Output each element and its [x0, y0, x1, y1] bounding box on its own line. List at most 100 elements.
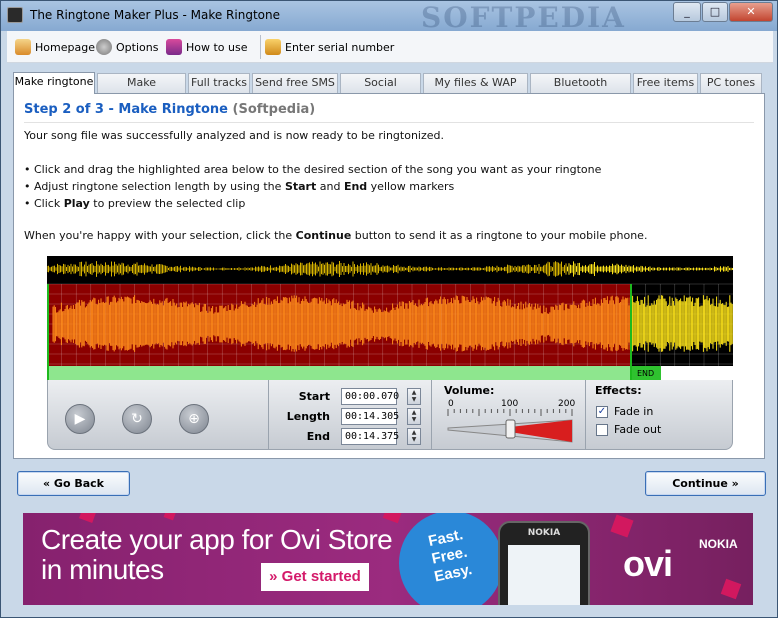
start-label: Start [298, 390, 330, 403]
end-label: End [306, 430, 330, 443]
deco-cube [382, 513, 404, 524]
menu-toolbar: Homepage Options How to use Enter serial… [7, 31, 773, 63]
end-time-field[interactable]: 00:14.375 [341, 428, 399, 445]
instruction-bullet-2: • Adjust ringtone selection length by us… [24, 180, 454, 193]
final-pre: When you're happy with your selection, c… [24, 229, 296, 242]
waveform-canvas[interactable]: END [47, 256, 733, 380]
close-button[interactable]: ✕ [729, 2, 773, 22]
title-divider [24, 122, 754, 123]
fade-in-checkbox[interactable]: ✓ [596, 406, 608, 418]
play-button[interactable]: ▶ [65, 404, 95, 434]
length-time-spinner[interactable]: ▲ ▼ [407, 408, 421, 425]
replay-button[interactable]: ↻ [122, 404, 152, 434]
menu-homepage[interactable]: Homepage [15, 39, 95, 55]
fade-out-label: Fade out [614, 423, 662, 436]
window-title: The Ringtone Maker Plus - Make Ringtone [30, 8, 280, 22]
final-instruction: When you're happy with your selection, c… [24, 229, 647, 242]
deco-cube [163, 513, 177, 521]
ovi-logo: ovi [623, 543, 673, 584]
volume-tick-100: 100 [501, 399, 518, 409]
step-title-text: Step 2 of 3 - Make Ringtone [24, 102, 228, 117]
intro-text: Your song file was successfully analyzed… [24, 129, 444, 142]
app-window: The Ringtone Maker Plus - Make Ringtone … [0, 0, 778, 618]
tab-make-ringtone[interactable]: Make ringtone [13, 72, 95, 94]
end-marker-label: END [637, 369, 654, 378]
controls-divider-3 [585, 380, 586, 450]
menu-how-to-use-label: How to use [186, 40, 248, 54]
deco-cube [720, 578, 742, 600]
volume-tick-200: 200 [558, 399, 575, 409]
waveform-editor[interactable]: END [47, 256, 733, 380]
phone-screen [508, 545, 580, 605]
selection-bar[interactable] [47, 366, 631, 380]
final-post: button to send it as a ringtone to your … [351, 229, 648, 242]
volume-slider[interactable]: 0 100 200 [446, 396, 586, 446]
bullet3-post: to preview the selected clip [89, 197, 246, 210]
menu-enter-serial[interactable]: Enter serial number [265, 39, 394, 55]
bullet3-play: Play [63, 197, 90, 210]
controls-divider-2 [431, 380, 432, 450]
tab-my-files-wap[interactable]: My files & WAP site [423, 73, 528, 107]
tab-bluetooth-uploader[interactable]: Bluetooth uploader [530, 73, 631, 107]
softpedia-watermark: SOFTPEDIA [421, 1, 626, 34]
banner-headline-line1: Create your app for Ovi Store [41, 524, 393, 555]
tab-free-items[interactable]: Free items [633, 73, 698, 93]
phone-brand: NOKIA [527, 528, 561, 538]
start-time-spinner[interactable]: ▲ ▼ [407, 388, 421, 405]
phone-image: NOKIA [498, 521, 590, 605]
tab-strip: Make ringtone Make wallpapers Full track… [13, 72, 765, 107]
menu-how-to-use[interactable]: How to use [166, 39, 248, 55]
minimize-button[interactable]: _ [673, 2, 701, 22]
zoom-button[interactable]: ⊕ [179, 404, 209, 434]
gear-icon [96, 39, 112, 55]
key-icon [265, 39, 281, 55]
bullet2-post: yellow markers [367, 180, 455, 193]
maximize-button[interactable]: □ [702, 2, 728, 22]
app-icon [7, 7, 23, 23]
tab-full-tracks[interactable]: Full tracks [188, 73, 250, 93]
ovi-store-ad-banner[interactable]: Create your app for Ovi Store in minutes … [23, 513, 753, 605]
effects-label: Effects: [595, 384, 642, 397]
book-icon [166, 39, 182, 55]
step-title-suffix: (Softpedia) [232, 102, 316, 117]
instruction-bullet-1: • Click and drag the highlighted area be… [24, 163, 602, 176]
menu-options-label: Options [116, 40, 159, 54]
instruction-bullet-3: • Click Play to preview the selected cli… [24, 197, 245, 210]
fade-in-label: Fade in [614, 405, 654, 418]
nokia-logo: NOKIA [699, 537, 738, 551]
deco-cube [79, 513, 97, 523]
step-title: Step 2 of 3 - Make Ringtone (Softpedia) [24, 102, 315, 117]
bullet3-pre: • Click [24, 197, 64, 210]
banner-headline-line2: in minutes [41, 554, 164, 585]
get-started-button[interactable]: » Get started [261, 563, 369, 591]
volume-thumb[interactable] [505, 419, 516, 439]
make-ringtone-panel: Step 2 of 3 - Make Ringtone (Softpedia) … [13, 93, 765, 459]
bullet2-end: End [343, 180, 368, 193]
menu-homepage-label: Homepage [35, 40, 95, 54]
volume-tick-0: 0 [448, 399, 454, 409]
title-bar[interactable]: The Ringtone Maker Plus - Make Ringtone … [1, 1, 777, 34]
bullet2-pre: • Adjust ringtone selection length by us… [24, 180, 285, 193]
controls-divider [268, 380, 269, 450]
continue-button[interactable]: Continue » [645, 471, 766, 496]
tab-social-network[interactable]: Social network [340, 73, 421, 107]
tab-pc-tones[interactable]: PC tones [700, 73, 762, 93]
go-back-button[interactable]: « Go Back [17, 471, 130, 496]
bullet2-start: Start [284, 180, 317, 193]
final-continue: Continue [295, 229, 352, 242]
tab-send-free-sms[interactable]: Send free SMS [252, 73, 338, 93]
fast-free-easy-badge: Fast. Free. Easy. [394, 513, 508, 605]
start-time-field[interactable]: 00:00.070 [341, 388, 399, 405]
controls-panel: ▶ ↻ ⊕ Start 00:00.070 ▲ ▼ Length 00:14.30… [47, 380, 733, 450]
fade-out-checkbox[interactable] [596, 424, 608, 436]
volume-ticks [447, 409, 573, 416]
bullet2-mid: and [316, 180, 344, 193]
end-time-spinner[interactable]: ▲ ▼ [407, 428, 421, 445]
menu-options[interactable]: Options [96, 39, 158, 55]
menu-enter-serial-label: Enter serial number [285, 40, 395, 54]
menu-separator [260, 35, 261, 59]
length-label: Length [286, 410, 330, 423]
tab-make-wallpapers[interactable]: Make wallpapers [97, 73, 186, 107]
deco-cube [610, 514, 634, 538]
length-time-field[interactable]: 00:14.305 [341, 408, 399, 425]
